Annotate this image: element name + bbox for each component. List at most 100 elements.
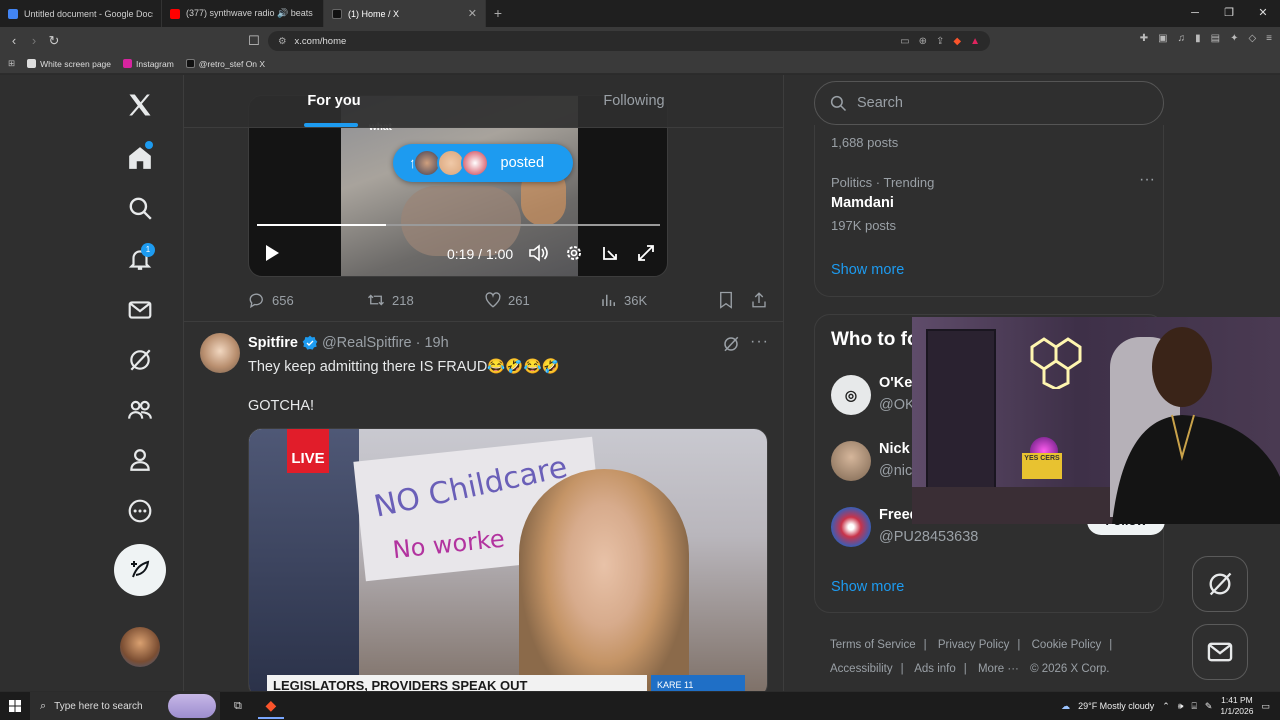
- wallet-icon[interactable]: ▤: [1211, 33, 1220, 44]
- repost-button[interactable]: 218: [366, 289, 414, 311]
- post-author-handle[interactable]: @RealSpitfire: [322, 335, 412, 351]
- messages-envelope-icon[interactable]: [124, 294, 156, 326]
- restore-button[interactable]: ❐: [1212, 0, 1246, 27]
- video-progress-bar[interactable]: [257, 224, 660, 226]
- share-icon: [752, 292, 766, 308]
- communities-icon[interactable]: [124, 394, 156, 426]
- brave-rewards-icon[interactable]: ▲: [970, 36, 980, 47]
- cookie-link[interactable]: Cookie Policy: [1032, 639, 1102, 651]
- grok-icon[interactable]: [124, 344, 156, 376]
- trend-more-icon[interactable]: ···: [1139, 171, 1155, 189]
- menu-icon[interactable]: ≡: [1266, 33, 1272, 44]
- post-author-avatar[interactable]: [200, 333, 240, 373]
- weather-text[interactable]: 29°F Mostly cloudy: [1078, 701, 1154, 711]
- volume-icon[interactable]: [527, 242, 549, 264]
- picture-in-picture-icon[interactable]: [599, 242, 621, 264]
- search-input[interactable]: Search: [814, 81, 1164, 125]
- share-icon[interactable]: ⇪: [936, 36, 944, 47]
- weather-icon[interactable]: ☁: [1061, 701, 1070, 712]
- address-bar[interactable]: ⚙ x.com/home ▭ ⊕ ⇪ ◆ ▲: [268, 31, 990, 51]
- trends-show-more-link[interactable]: Show more: [831, 262, 904, 278]
- grok-floating-button[interactable]: [1192, 556, 1248, 612]
- brave-taskbar-icon[interactable]: ◆: [257, 693, 284, 719]
- settings-gear-icon[interactable]: [563, 242, 585, 264]
- reload-button[interactable]: ↻: [44, 33, 64, 49]
- bookmarks-bar: ⊞ White screen page Instagram @retro_ste…: [0, 54, 1280, 74]
- profile-icon[interactable]: [124, 444, 156, 476]
- post-author-name[interactable]: Spitfire: [248, 335, 298, 351]
- clock[interactable]: 1:41 PM 1/1/2026: [1220, 695, 1253, 717]
- search-icon[interactable]: [124, 192, 156, 224]
- cast-icon[interactable]: ▭: [900, 36, 909, 47]
- bookmark-icon[interactable]: ☐: [244, 33, 264, 49]
- zoom-icon[interactable]: ⊕: [919, 36, 927, 47]
- forward-button[interactable]: ›: [24, 33, 44, 48]
- terms-link[interactable]: Terms of Service: [830, 639, 916, 651]
- new-tab-button[interactable]: +: [486, 0, 510, 27]
- trend-post-count: 1,688 posts: [831, 135, 899, 150]
- leo-ai-icon[interactable]: ✦: [1230, 33, 1238, 44]
- sidebar-icon[interactable]: ▮: [1195, 33, 1201, 44]
- who-show-more-link[interactable]: Show more: [831, 579, 904, 595]
- back-button[interactable]: ‹: [4, 33, 24, 48]
- more-options-icon[interactable]: [124, 495, 156, 527]
- new-posts-pill[interactable]: ↑ posted: [393, 144, 573, 182]
- suggestion-avatar: [831, 441, 871, 481]
- task-view-icon[interactable]: ⧉: [234, 700, 242, 713]
- views-button[interactable]: 36K: [600, 289, 647, 311]
- site-info-icon[interactable]: ⚙: [278, 36, 287, 47]
- ads-info-link[interactable]: Ads info: [914, 663, 956, 675]
- suggestion-name: Nick: [879, 441, 910, 457]
- apps-grid-icon[interactable]: ⊞: [8, 58, 15, 69]
- video-time: 0:19 / 1:00: [447, 246, 514, 262]
- post-time[interactable]: · 19h: [416, 335, 449, 351]
- share-post-button[interactable]: [750, 289, 768, 311]
- close-tab-icon[interactable]: ✕: [468, 7, 477, 20]
- notifications-icon[interactable]: ▭: [1261, 701, 1270, 712]
- accessibility-link[interactable]: Accessibility: [830, 663, 893, 675]
- minimize-button[interactable]: ─: [1178, 0, 1212, 27]
- reply-button[interactable]: 656: [248, 289, 294, 311]
- tab-google-docs[interactable]: Untitled document - Google Docs: [0, 0, 162, 27]
- like-button[interactable]: 261: [484, 289, 530, 311]
- pen-icon[interactable]: ✎: [1205, 701, 1213, 712]
- bookmark-retro-stef[interactable]: @retro_stef On X: [185, 59, 265, 69]
- brave-shields-icon[interactable]: ◆: [953, 36, 961, 47]
- privacy-link[interactable]: Privacy Policy: [938, 639, 1010, 651]
- x-logo-icon[interactable]: [124, 89, 156, 121]
- video-progress-fill: [257, 224, 386, 226]
- bookmark-post-button[interactable]: [718, 289, 734, 311]
- bookmark-white-screen[interactable]: White screen page: [27, 59, 111, 69]
- post-header: Spitfire @RealSpitfire · 19h: [248, 335, 449, 351]
- fullscreen-icon[interactable]: [635, 242, 657, 264]
- vpn-icon[interactable]: ◇: [1248, 33, 1256, 44]
- tab-for-you[interactable]: For you: [184, 75, 484, 127]
- network-icon[interactable]: ⌸: [1191, 701, 1196, 712]
- account-avatar[interactable]: [120, 627, 160, 667]
- more-link[interactable]: More ···: [978, 663, 1019, 675]
- trend-item[interactable]: Politics · Trending Mamdani 197K posts ·…: [831, 171, 1155, 235]
- suggestion-handle: @OK: [879, 397, 915, 413]
- screenshot-icon[interactable]: ▣: [1158, 33, 1167, 44]
- tab-youtube[interactable]: (377) synthwave radio 🔊 beats t: [162, 0, 324, 27]
- music-icon[interactable]: ♫: [1178, 33, 1186, 44]
- tab-x-home[interactable]: (1) Home / X ✕: [324, 0, 486, 27]
- messages-floating-button[interactable]: [1192, 624, 1248, 680]
- post-video-thumbnail[interactable]: NO Childcare No worke LIVE LEGISLATORS, …: [248, 428, 768, 691]
- system-tray: ☁ 29°F Mostly cloudy ⌃ 🕪 ⌸ ✎ 1:41 PM 1/1…: [1061, 692, 1280, 720]
- search-placeholder: Search: [857, 95, 903, 111]
- suggestion-handle: @nic: [879, 463, 913, 479]
- post-more-icon[interactable]: ···: [750, 333, 769, 351]
- compose-post-button[interactable]: [114, 544, 166, 596]
- grok-post-icon[interactable]: [722, 335, 740, 353]
- instagram-icon: [123, 59, 132, 68]
- tray-chevron-icon[interactable]: ⌃: [1162, 701, 1170, 712]
- tab-following[interactable]: Following: [484, 75, 783, 127]
- volume-icon[interactable]: 🕪: [1178, 701, 1184, 712]
- windows-start-button[interactable]: [0, 700, 30, 712]
- play-icon[interactable]: [261, 242, 283, 264]
- taskbar-search-input[interactable]: ⌕ Type here to search: [30, 692, 220, 720]
- close-window-button[interactable]: ✕: [1246, 0, 1280, 27]
- extensions-icon[interactable]: ✚: [1140, 33, 1148, 44]
- bookmark-instagram[interactable]: Instagram: [123, 59, 174, 69]
